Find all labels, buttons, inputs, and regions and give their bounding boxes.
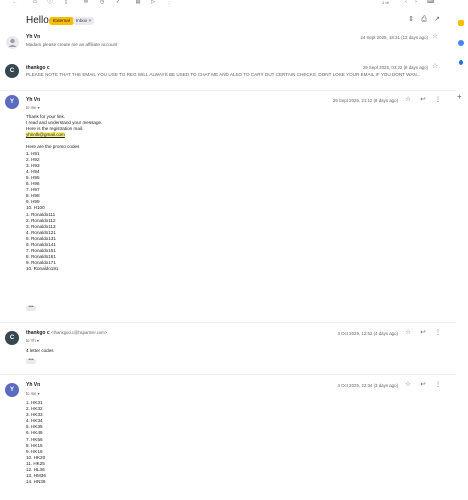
contacts-icon[interactable] (459, 60, 463, 65)
message-collapsed[interactable]: C thankgo c PLEASE NOTE THAT THE EMAIL Y… (0, 60, 456, 82)
avatar: Y (5, 95, 19, 109)
add-addon-icon[interactable]: + (457, 92, 462, 101)
sender-name: Yh Vn (26, 382, 41, 388)
top-toolbar: ← ▭ ⓘ ▯ ✉ ◷ ✓ ▤ ▷ ⋮ 1 of ‹ › ⌨ (0, 0, 468, 6)
tasks-icon[interactable] (458, 40, 464, 46)
star-icon[interactable]: ☆ (404, 329, 412, 337)
reply-icon[interactable]: ↩ (419, 381, 427, 389)
promo-code: 8. HK15 (26, 442, 43, 448)
avatar: C (5, 64, 19, 78)
sender-address: <thankgod.c@hspartner.com> (51, 330, 108, 335)
expand-collapse-icon[interactable]: ⇕ (407, 16, 415, 24)
promo-code: 10. Ronaldo181 (26, 266, 59, 272)
prev-icon[interactable]: ‹ (403, 0, 409, 5)
reply-icon[interactable]: ↩ (419, 329, 427, 337)
subject-row: Hello External Inbox × ⇕ ⎙ ↗ (26, 14, 446, 28)
next-icon[interactable]: › (413, 0, 419, 5)
email-subject: Hello (26, 15, 49, 26)
divider (0, 90, 456, 91)
sender-name: thankgo c (26, 65, 50, 71)
divider (0, 374, 456, 375)
show-trimmed-content-button[interactable]: ••• (26, 305, 36, 311)
promo-code: 9. HK16 (26, 448, 43, 454)
open-new-window-icon[interactable]: ↗ (433, 16, 441, 24)
snooze-icon[interactable]: ◷ (99, 0, 105, 5)
star-icon[interactable]: ☆ (431, 33, 439, 41)
email-link[interactable]: yhnnlk@gmail.com (26, 132, 65, 138)
message-date: 29 Sept 2025, 03:22 (8 days ago) (362, 65, 428, 70)
recipient-details[interactable]: to me ▾ (26, 105, 40, 110)
archive-icon[interactable]: ▭ (32, 0, 38, 5)
more-options-icon[interactable]: ⋮ (434, 96, 442, 104)
message-snippet: Madam please create me an affiliate acco… (26, 42, 118, 47)
message-date: 3 Oct 2025, 12:52 (4 days ago) (337, 331, 398, 336)
external-badge: External (49, 17, 74, 25)
message-snippet: PLEASE NOTE THAT THE EMAIL YOU USE TO RE… (26, 72, 421, 77)
message-body: Thank for your link. I read and understa… (26, 114, 103, 272)
print-icon[interactable]: ⎙ (420, 16, 428, 24)
promo-code: 7. HK56 (26, 436, 43, 442)
more-options-icon[interactable]: ⋮ (434, 329, 442, 337)
back-icon[interactable]: ← (12, 0, 18, 5)
label-icon[interactable]: ▷ (150, 0, 156, 5)
side-panel-rail: + (456, 0, 468, 500)
promo-code: 14. HN36 (26, 479, 46, 485)
sender-name: Yh Vn (26, 97, 41, 103)
avatar: C (5, 331, 19, 345)
add-task-icon[interactable]: ✓ (115, 0, 121, 5)
star-icon[interactable]: ☆ (404, 381, 412, 389)
delete-icon[interactable]: ▯ (63, 0, 69, 5)
star-icon[interactable]: ☆ (404, 96, 412, 104)
message-collapsed[interactable]: Yh Vn Madam please create me an affiliat… (0, 32, 456, 52)
recipient-details[interactable]: to me ▾ (26, 391, 40, 396)
move-icon[interactable]: ▤ (135, 0, 141, 5)
keyboard-icon[interactable]: ⌨ (427, 0, 434, 5)
star-icon[interactable]: ☆ (431, 63, 439, 71)
sender-name: Yh Vn (26, 34, 41, 40)
calendar-icon[interactable] (458, 20, 464, 26)
message-date: 4 Oct 2025, 22:34 (3 days ago) (337, 383, 398, 388)
mail-icon[interactable]: ✉ (83, 0, 89, 5)
more-icon[interactable]: ⋮ (166, 0, 172, 5)
show-trimmed-content-button[interactable]: ••• (26, 358, 36, 364)
avatar (6, 36, 19, 49)
message-body: 4 letter codes (26, 348, 54, 353)
sender-name: thankgo c <thankgod.c@hspartner.com> (26, 330, 108, 336)
recipient-details[interactable]: to Yh ▾ (26, 338, 39, 343)
message-date: 29 Sept 2025, 21:12 (8 days ago) (332, 98, 398, 103)
avatar: Y (5, 383, 19, 397)
person-icon (8, 38, 17, 47)
reply-icon[interactable]: ↩ (419, 96, 427, 104)
inbox-label[interactable]: Inbox × (73, 17, 95, 25)
more-options-icon[interactable]: ⋮ (434, 381, 442, 389)
page-count: 1 of (382, 0, 389, 5)
message-body: 1. HK31 2. HK32 3. HK33 4. HK34 5. HK35 … (26, 400, 46, 485)
report-icon[interactable]: ⓘ (47, 0, 53, 5)
divider (0, 322, 456, 323)
message-date: 24 Sept 2025, 18:31 (13 days ago) (360, 35, 428, 40)
